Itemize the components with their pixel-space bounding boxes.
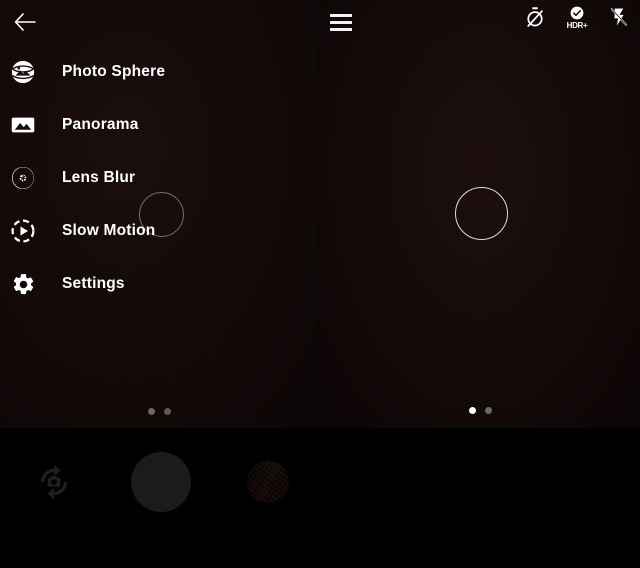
menu-item-label: Slow Motion (62, 222, 156, 239)
page-dot[interactable] (469, 407, 476, 414)
menu-item-slow-motion[interactable]: Slow Motion (0, 211, 300, 251)
bottom-toolbar (0, 428, 640, 568)
hamburger-menu-button[interactable] (330, 8, 356, 36)
lens-blur-icon (8, 163, 38, 193)
menu-item-label: Lens Blur (62, 169, 136, 186)
back-button[interactable] (8, 6, 42, 38)
hamburger-line (330, 27, 352, 31)
camera-app-screen: HDR+ Photo Sphere Panorama Lens Blur Slo… (0, 0, 640, 568)
shutter-button[interactable] (131, 452, 191, 512)
timer-off-icon (527, 7, 543, 27)
bottom-toolbar-left (0, 428, 320, 568)
page-dot[interactable] (148, 408, 155, 415)
mode-menu: Photo Sphere Panorama Lens Blur Slow Mot… (0, 52, 300, 317)
bottom-toolbar-right (320, 428, 640, 568)
menu-item-label: Settings (62, 275, 125, 292)
menu-item-label: Panorama (62, 116, 139, 133)
gear-icon (8, 269, 38, 299)
top-right-icon-group: HDR+ (520, 3, 634, 37)
menu-item-panorama[interactable]: Panorama (0, 105, 300, 145)
page-indicator-left (148, 408, 171, 415)
thumbnail-image (247, 461, 289, 503)
hamburger-line (330, 13, 352, 17)
top-bar: HDR+ (0, 0, 640, 44)
switch-camera-button[interactable] (26, 454, 82, 510)
switch-camera-icon (40, 464, 68, 500)
hdr-plus-button[interactable]: HDR+ (562, 3, 592, 37)
back-arrow-icon (14, 13, 36, 31)
focus-ring-right[interactable] (455, 187, 508, 240)
page-dot[interactable] (485, 407, 492, 414)
slow-motion-icon (8, 216, 38, 246)
panorama-icon (8, 110, 38, 140)
menu-item-settings[interactable]: Settings (0, 264, 300, 304)
page-indicator-right (469, 407, 492, 414)
panel-seam (319, 0, 321, 428)
check-circle-icon (570, 6, 584, 20)
menu-item-photo-sphere[interactable]: Photo Sphere (0, 52, 300, 92)
flash-off-icon (610, 8, 628, 26)
menu-item-lens-blur[interactable]: Lens Blur (0, 158, 300, 198)
photo-sphere-icon (8, 57, 38, 87)
hamburger-line (330, 20, 352, 24)
menu-item-label: Photo Sphere (62, 63, 166, 80)
flash-off-button[interactable] (604, 3, 634, 37)
page-dot[interactable] (164, 408, 171, 415)
hdr-plus-label: HDR+ (566, 21, 588, 30)
timer-off-button[interactable] (520, 3, 550, 37)
gallery-thumbnail[interactable] (247, 461, 289, 503)
